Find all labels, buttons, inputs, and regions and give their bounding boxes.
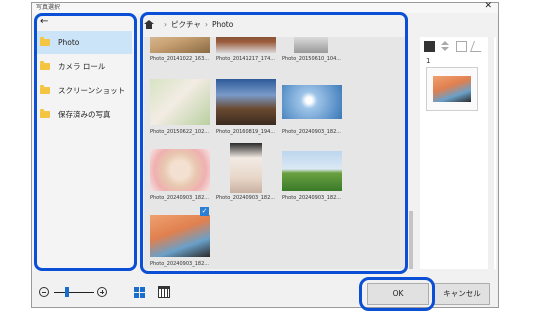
breadcrumb-current: Photo — [211, 19, 234, 29]
photo-caption: Photo_20240903_182... — [282, 129, 342, 135]
ok-button[interactable]: OK — [367, 283, 429, 305]
back-arrow-icon[interactable]: ← — [40, 17, 48, 27]
folder-sidebar: ← Photo カメラ ロール スクリーンショット 保存済みの写真 — [32, 13, 137, 271]
photo-caption: Photo_20240903_182... — [282, 195, 342, 201]
photo-caption: Photo_20141022_163... — [150, 56, 210, 62]
folder-icon — [40, 61, 50, 70]
sidebar-item-label: Photo — [58, 38, 80, 47]
photo-image — [150, 79, 210, 125]
breadcrumb-pictures[interactable]: ピクチャ — [171, 19, 201, 30]
breadcrumb: › ピクチャ › Photo — [144, 16, 404, 32]
photo-caption: Photo_20150622_102... — [150, 129, 210, 135]
zoom-slider-handle[interactable] — [65, 287, 69, 297]
photo-picker-window: 写真選択 ✕ ← Photo カメラ ロール スクリーンショット 保存済みの写真… — [31, 1, 499, 308]
selection-index: 1 — [426, 57, 431, 65]
folder-icon — [40, 85, 50, 94]
sidebar-item-label: スクリーンショット — [58, 86, 126, 95]
grid-view-icon[interactable] — [134, 287, 146, 299]
copy-icon[interactable] — [456, 41, 467, 52]
grid-scrollbar[interactable] — [408, 37, 414, 269]
scrollbar-thumb[interactable] — [409, 211, 413, 269]
folder-icon — [40, 37, 50, 46]
photo-image — [216, 37, 276, 53]
cancel-button[interactable]: キャンセル — [434, 283, 490, 305]
check-icon[interactable]: ✓ — [200, 207, 209, 216]
sidebar-item-label: カメラ ロール — [58, 62, 106, 71]
photo-thumbnail[interactable]: Photo_20240903_182... — [280, 143, 344, 225]
photo-image — [150, 37, 210, 53]
zoom-slider-track[interactable] — [54, 292, 94, 293]
photo-caption: Photo_20240903_182... — [150, 195, 210, 201]
calendar-view-icon[interactable] — [158, 286, 170, 298]
sidebar-item-label: 保存済みの写真 — [58, 110, 111, 119]
selected-preview-pane: 1 — [420, 37, 496, 269]
select-all-icon[interactable] — [424, 41, 435, 52]
sidebar-item-saved-pictures[interactable]: 保存済みの写真 — [36, 103, 132, 126]
photo-caption: Photo_20141217_174... — [216, 56, 276, 62]
preview-image — [433, 76, 471, 102]
photo-thumbnail[interactable]: Photo_20240903_182... — [214, 143, 278, 225]
photo-image — [216, 79, 276, 125]
photo-caption: Photo_20240903_182... — [150, 261, 210, 267]
photo-image — [294, 37, 328, 53]
folder-icon — [40, 109, 50, 118]
photo-image — [282, 85, 342, 119]
photo-image — [150, 215, 210, 257]
photo-image — [230, 143, 262, 193]
breadcrumb-separator: › — [164, 19, 167, 29]
photo-caption: Photo_20240903_182... — [216, 195, 276, 201]
photo-grid: Photo_20141022_163... Photo_20141217_174… — [144, 37, 414, 269]
photo-image — [150, 149, 210, 191]
zoom-out-icon[interactable] — [39, 287, 49, 297]
close-icon[interactable]: ✕ — [484, 1, 492, 12]
title-bar: 写真選択 ✕ — [32, 1, 498, 13]
home-icon[interactable] — [144, 19, 154, 29]
reorder-icon[interactable] — [440, 41, 451, 52]
window-title: 写真選択 — [36, 4, 61, 11]
photo-thumbnail[interactable]: ✓ Photo_20240903_182... — [148, 207, 212, 269]
bottom-toolbar: OK キャンセル — [32, 273, 498, 307]
zoom-in-icon[interactable] — [97, 287, 107, 297]
photo-image — [282, 151, 342, 191]
preview-scrollbar[interactable] — [488, 37, 494, 269]
sidebar-item-camera-roll[interactable]: カメラ ロール — [36, 55, 132, 78]
sidebar-item-photo[interactable]: Photo — [36, 31, 132, 54]
photo-caption: Photo_20160819_194... — [216, 129, 276, 135]
photo-caption: Photo_20150610_104... — [282, 56, 342, 62]
breadcrumb-separator: › — [204, 19, 208, 29]
clear-selection-icon[interactable] — [469, 41, 486, 52]
sidebar-item-screenshots[interactable]: スクリーンショット — [36, 79, 132, 102]
selected-photo-preview[interactable] — [426, 67, 478, 111]
